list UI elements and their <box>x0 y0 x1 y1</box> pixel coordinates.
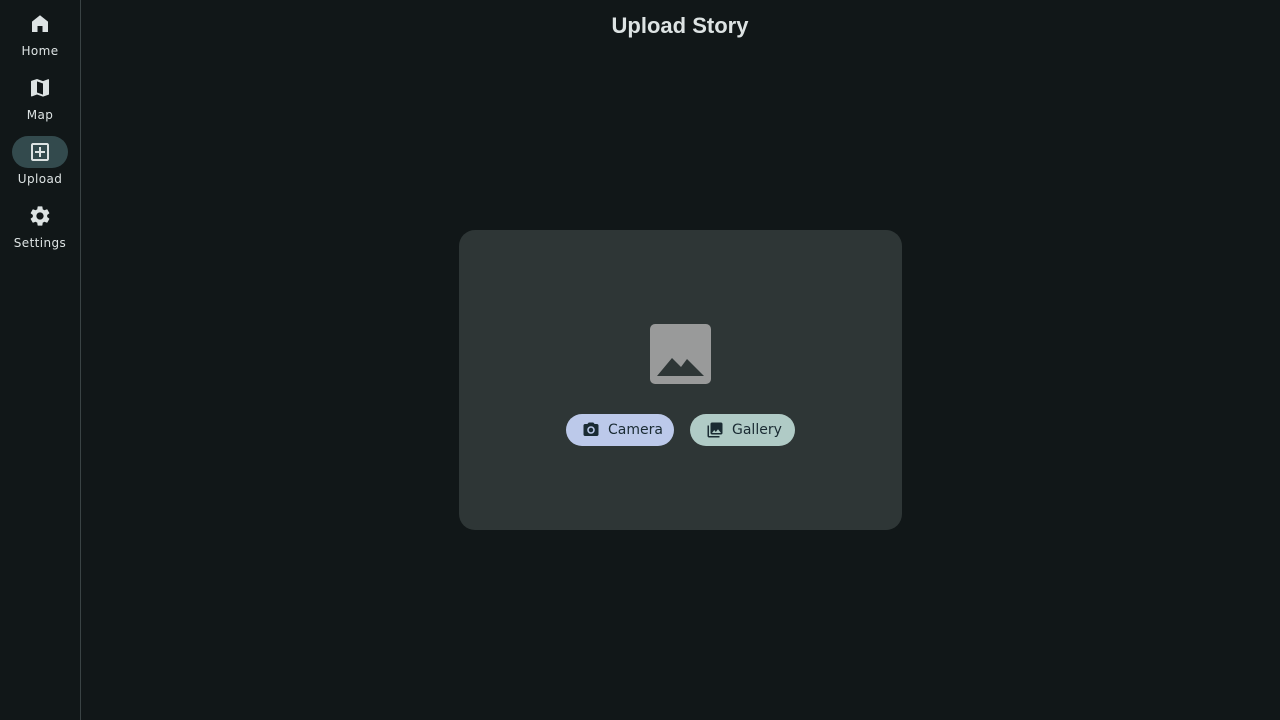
camera-button-label: Camera <box>608 422 663 438</box>
gear-icon <box>30 206 50 226</box>
page-title: Upload Story <box>611 13 749 38</box>
camera-icon <box>583 422 599 436</box>
nav-label-settings: Settings <box>13 236 67 250</box>
nav-item-settings[interactable]: Settings <box>0 200 80 256</box>
nav-label-home: Home <box>21 44 59 58</box>
camera-button[interactable]: Camera <box>566 414 674 446</box>
nav-item-home[interactable]: Home <box>0 8 80 64</box>
gallery-button-label: Gallery <box>732 422 782 438</box>
gallery-button[interactable]: Gallery <box>690 414 795 446</box>
nav-label-map: Map <box>26 108 54 122</box>
image-placeholder-icon <box>650 324 711 384</box>
nav-pill-map <box>12 72 68 104</box>
nav-pill-settings <box>12 200 68 232</box>
nav-item-upload[interactable]: Upload <box>0 136 80 192</box>
nav-item-map[interactable]: Map <box>0 72 80 128</box>
nav-pill-upload <box>12 136 68 168</box>
nav-label-upload: Upload <box>17 172 63 186</box>
navigation-rail: Home Map Upload Settings <box>0 0 81 720</box>
nav-pill-home <box>12 8 68 40</box>
map-icon <box>31 79 49 97</box>
add-box-icon <box>31 143 49 161</box>
home-icon <box>32 15 48 32</box>
gallery-icon <box>707 422 723 438</box>
upload-card: Camera Gallery <box>459 230 902 530</box>
